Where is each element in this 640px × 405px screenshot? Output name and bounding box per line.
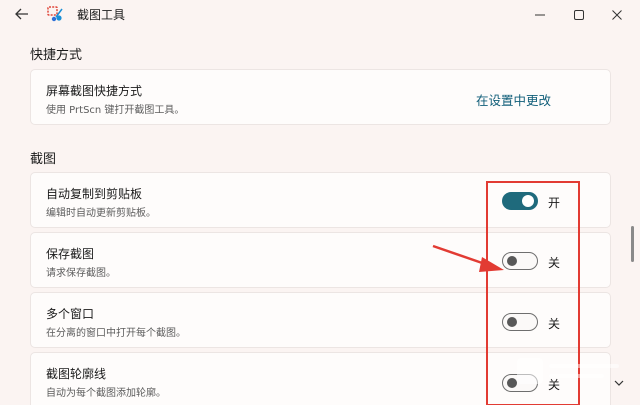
setting-description: 编辑时自动更新剪贴板。 xyxy=(46,208,156,219)
change-in-settings-link[interactable]: 在设置中更改 xyxy=(476,90,551,109)
minimize-icon xyxy=(535,5,545,24)
shortcut-card-title: 屏幕截图快捷方式 xyxy=(46,84,143,98)
watermark-logo xyxy=(515,352,625,397)
section-title-snip: 截图 xyxy=(30,152,57,167)
setting-description: 请求保存截图。 xyxy=(46,268,116,279)
scrollbar-thumb[interactable] xyxy=(631,226,634,262)
window-title: 截图工具 xyxy=(77,8,126,22)
close-icon xyxy=(612,5,622,24)
shortcut-card: 屏幕截图快捷方式 使用 PrtScn 键打开截图工具。 在设置中更改 xyxy=(30,69,611,125)
setting-title: 多个窗口 xyxy=(46,307,95,321)
section-title-shortcut: 快捷方式 xyxy=(30,48,83,63)
setting-description: 自动为每个截图添加轮廓。 xyxy=(46,388,166,399)
title-bar: 截图工具 xyxy=(0,0,640,28)
maximize-icon xyxy=(574,5,584,24)
shortcut-card-description: 使用 PrtScn 键打开截图工具。 xyxy=(46,105,185,116)
back-arrow-icon[interactable] xyxy=(10,4,34,24)
annotation-arrow-icon xyxy=(430,243,510,277)
snipping-tool-icon xyxy=(46,5,66,23)
setting-title: 截图轮廓线 xyxy=(46,367,107,381)
close-button[interactable] xyxy=(594,0,640,28)
setting-title: 自动复制到剪贴板 xyxy=(46,187,143,201)
setting-title: 保存截图 xyxy=(46,247,95,261)
setting-description: 在分离的窗口中打开每个截图。 xyxy=(46,328,186,339)
